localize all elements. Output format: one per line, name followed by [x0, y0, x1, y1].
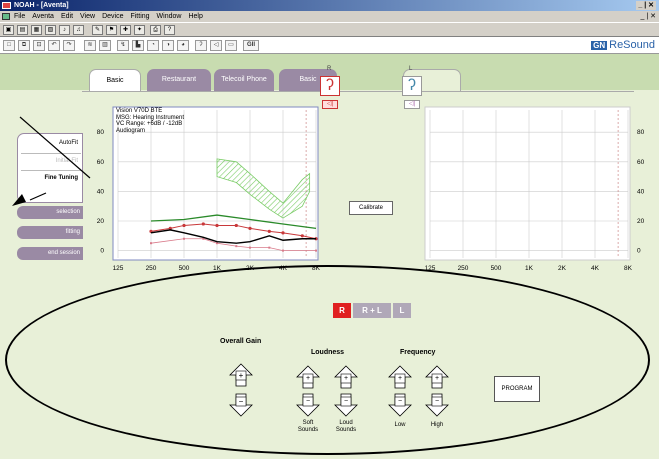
high-minus-label: −	[434, 398, 440, 405]
overall-gain-plus-label: +	[238, 371, 244, 380]
high-label: High	[430, 422, 444, 428]
loud-plus-label: +	[343, 375, 349, 382]
low-minus-label: −	[397, 398, 403, 405]
control-arrows	[229, 363, 449, 417]
loud-sounds-label: Loud Sounds	[335, 420, 357, 433]
app-window: NOAH - [Aventa] _ | ✕ File Aventa Edit V…	[0, 0, 659, 459]
overall-gain-minus-label: −	[238, 397, 244, 406]
soft-plus-label: +	[305, 375, 311, 382]
high-plus-label: +	[434, 375, 440, 382]
low-label: Low	[394, 422, 406, 428]
soft-minus-label: −	[305, 398, 311, 405]
low-plus-label: +	[397, 375, 403, 382]
program-button[interactable]: PROGRAM	[494, 376, 540, 402]
loud-minus-label: −	[343, 398, 349, 405]
soft-sounds-label: Soft Sounds	[297, 420, 319, 433]
